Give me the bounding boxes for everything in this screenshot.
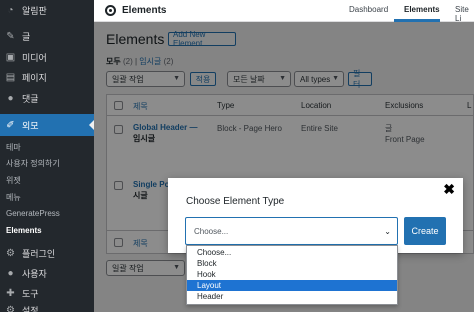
sidebar-item-settings[interactable]: ⚙ 설정 xyxy=(0,303,94,312)
sidebar-item-label: 댓글 xyxy=(22,93,39,104)
sidebar-item-label: 외모 xyxy=(22,120,39,131)
sidebar-item-label: 글 xyxy=(22,31,31,42)
elements-topbar: Elements Dashboard Elements Site Li xyxy=(94,0,474,23)
sidebar-item-pages[interactable]: ▤ 페이지 xyxy=(0,70,94,84)
sidebar-item-appearance[interactable]: ✐ 외모 xyxy=(0,114,94,136)
close-icon[interactable]: ✖ xyxy=(443,182,455,196)
sidebar-item-plugins[interactable]: ⚙ 플러그인 xyxy=(0,246,94,260)
settings-icon: ⚙ xyxy=(6,304,15,312)
option-choose[interactable]: Choose... xyxy=(187,247,397,258)
media-icon: ▣ xyxy=(5,51,16,63)
sidebar-item-label: 설정 xyxy=(22,305,39,312)
tab-elements[interactable]: Elements xyxy=(404,5,440,14)
sidebar-item-label: 도구 xyxy=(22,288,39,299)
option-header[interactable]: Header xyxy=(187,291,397,302)
topbar-title: Elements xyxy=(122,5,167,16)
sidebar-item-users[interactable]: ● 사용자 xyxy=(0,266,94,280)
wrench-icon: ✚ xyxy=(6,287,15,299)
submenu-themes[interactable]: 테마 xyxy=(6,142,21,153)
create-button[interactable]: Create xyxy=(404,217,446,245)
chevron-down-icon: ⌄ xyxy=(384,227,391,236)
submenu-customize[interactable]: 사용자 정의하기 xyxy=(6,158,60,169)
choose-element-type-modal: Choose Element Type ✖ Choose... ⌄ Create xyxy=(168,178,463,253)
tab-dashboard[interactable]: Dashboard xyxy=(349,5,388,14)
sidebar-item-tools[interactable]: ✚ 도구 xyxy=(0,286,94,300)
comment-icon: ● xyxy=(7,92,14,104)
sidebar-item-dashboard[interactable]: ◔ 알림판 xyxy=(0,3,94,17)
user-icon: ● xyxy=(7,267,14,279)
element-type-dropdown: Choose... Block Hook Layout Header xyxy=(186,245,398,305)
brush-icon: ✐ xyxy=(6,119,15,131)
page-icon: ▤ xyxy=(5,71,16,83)
sidebar-item-comments[interactable]: ● 댓글 xyxy=(0,91,94,105)
tab-site-library[interactable]: Site Li xyxy=(455,5,474,23)
option-layout[interactable]: Layout xyxy=(187,280,397,291)
option-block[interactable]: Block xyxy=(187,258,397,269)
sidebar-item-posts[interactable]: ✎ 글 xyxy=(0,29,94,43)
sidebar-item-label: 미디어 xyxy=(22,52,47,63)
sidebar-item-label: 플러그인 xyxy=(22,248,56,259)
submenu-generatepress[interactable]: GeneratePress xyxy=(6,209,60,218)
sidebar-item-label: 사용자 xyxy=(22,268,47,279)
pin-icon: ✎ xyxy=(6,30,15,42)
modal-title: Choose Element Type xyxy=(186,196,285,207)
option-hook[interactable]: Hook xyxy=(187,269,397,280)
element-type-value: Choose... xyxy=(194,226,229,236)
bell-icon: ◔ xyxy=(7,4,14,16)
submenu-elements[interactable]: Elements xyxy=(6,226,42,235)
sidebar-item-label: 페이지 xyxy=(22,72,47,83)
plugin-icon: ⚙ xyxy=(6,247,15,259)
generatepress-logo-icon xyxy=(105,5,116,16)
submenu-menus[interactable]: 메뉴 xyxy=(6,192,21,203)
sidebar-item-media[interactable]: ▣ 미디어 xyxy=(0,50,94,64)
element-type-select[interactable]: Choose... ⌄ xyxy=(185,217,398,245)
admin-sidebar: ◔ 알림판 ✎ 글 ▣ 미디어 ▤ 페이지 ● 댓글 ✐ 외모 테마 사용자 정의하기 위젯… xyxy=(0,0,94,312)
sidebar-item-label: 알림판 xyxy=(22,5,47,16)
submenu-widgets[interactable]: 위젯 xyxy=(6,175,21,186)
